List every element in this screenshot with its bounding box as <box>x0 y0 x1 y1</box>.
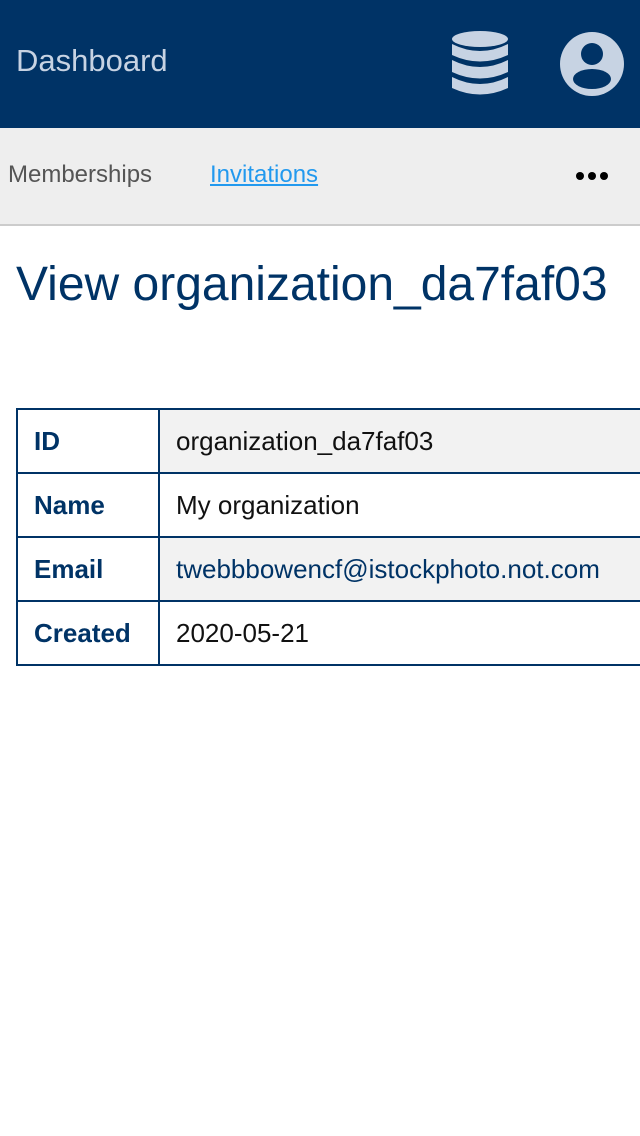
sub-navigation: Memberships Invitations <box>0 128 640 226</box>
top-nav-bar: Dashboard <box>0 0 640 128</box>
page-title: View organization_da7faf03 <box>16 258 608 311</box>
tab-memberships[interactable]: Memberships <box>8 160 152 190</box>
database-icon[interactable] <box>450 30 510 98</box>
detail-value: 2020-05-21 <box>158 600 640 666</box>
email-link[interactable]: twebbbowencf@istockphoto.not.com <box>176 554 600 584</box>
detail-value: organization_da7faf03 <box>158 408 640 474</box>
detail-row-name: Name My organization <box>16 472 640 538</box>
organization-details-table: ID organization_da7faf03 Name My organiz… <box>16 408 640 666</box>
detail-row-created: Created 2020-05-21 <box>16 600 640 666</box>
detail-label: Email <box>16 536 160 602</box>
dashboard-link[interactable]: Dashboard <box>16 42 168 80</box>
detail-label: Created <box>16 600 160 666</box>
detail-value: twebbbowencf@istockphoto.not.com <box>158 536 640 602</box>
detail-value: My organization <box>158 472 640 538</box>
detail-row-email: Email twebbbowencf@istockphoto.not.com <box>16 536 640 602</box>
detail-row-id: ID organization_da7faf03 <box>16 408 640 474</box>
ellipsis-icon[interactable] <box>574 166 610 186</box>
detail-label: Name <box>16 472 160 538</box>
detail-label: ID <box>16 408 160 474</box>
user-circle-icon[interactable] <box>558 30 626 98</box>
tab-invitations[interactable]: Invitations <box>210 160 318 190</box>
